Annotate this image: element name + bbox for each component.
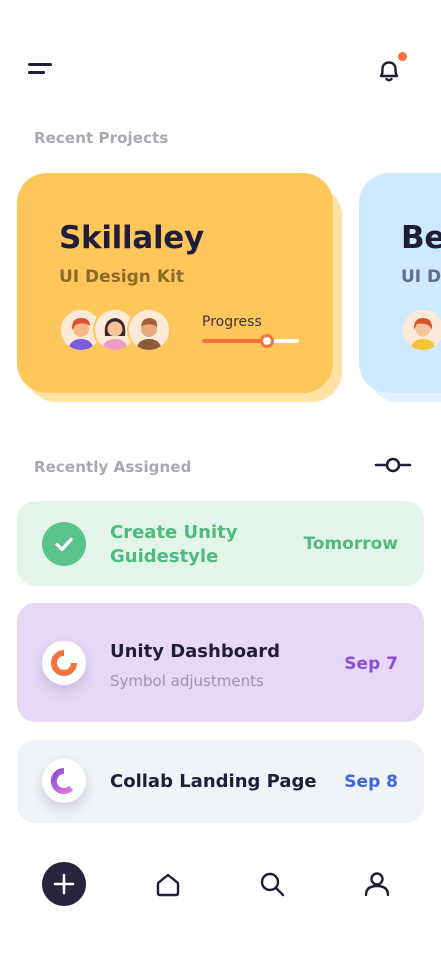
task-due-date: Sep 8 [344,772,398,792]
task-title: Collab Landing Page [110,771,317,792]
menu-icon[interactable] [24,58,56,82]
task-item-create-unity-guidestyle[interactable]: Create Unity Guidestyle Tomorrow [17,501,424,586]
filter-button[interactable] [372,452,414,478]
progress-ring-icon [42,641,86,685]
project-subtitle: UI De [401,267,441,287]
filter-icon [374,457,412,473]
check-icon [42,522,86,566]
task-item-collab-landing-page[interactable]: Collab Landing Page Sep 8 [17,740,424,823]
nav-profile[interactable] [355,862,399,906]
screen: Recent Projects Skillaley UI Design Kit [0,0,441,955]
task-title: Create Unity Guidestyle [110,522,238,567]
notifications-button[interactable] [374,52,407,86]
task-item-unity-dashboard[interactable]: Unity Dashboard Symbol adjustments Sep 7 [17,603,424,722]
task-due-date: Sep 7 [344,654,398,674]
progress-ring-icon [42,759,86,803]
home-icon [156,873,180,897]
project-card-skillaley[interactable]: Skillaley UI Design Kit Progress [17,173,333,393]
user-icon [364,872,390,897]
add-button[interactable] [42,862,86,906]
nav-search[interactable] [250,862,294,906]
project-title: Be [401,220,441,256]
search-icon [260,872,285,897]
project-card-2[interactable]: Be UI De [359,173,441,393]
avatar [127,308,171,352]
nav-home[interactable] [146,862,190,906]
task-subtitle: Symbol adjustments [110,672,264,690]
progress-bar [202,334,299,348]
task-due-date: Tomorrow [303,534,398,554]
progress-fill [202,339,267,343]
project-title: Skillaley [59,220,204,256]
plus-icon [53,873,75,895]
progress-knob [259,334,274,348]
notification-badge-dot [398,52,407,61]
progress-label: Progress [202,314,262,330]
recent-projects-title: Recent Projects [34,129,169,147]
project-subtitle: UI Design Kit [59,267,184,287]
task-title: Unity Dashboard [110,641,280,662]
recently-assigned-title: Recently Assigned [34,458,192,476]
avatar [401,308,441,352]
